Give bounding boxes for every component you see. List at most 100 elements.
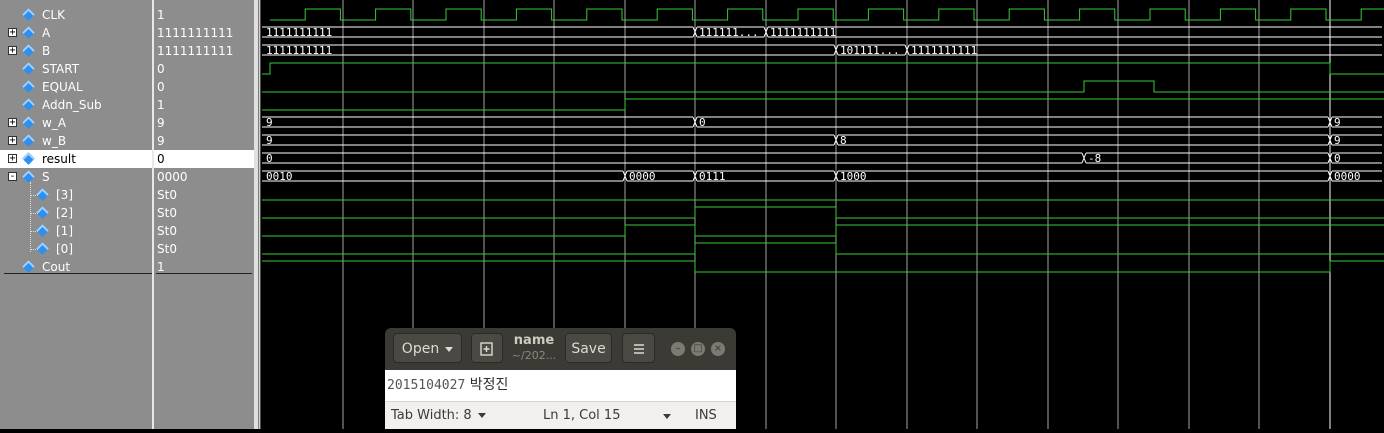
- expand-icon[interactable]: +: [8, 154, 17, 164]
- bus-w-a-value: 0: [699, 116, 706, 129]
- text-editor[interactable]: 2015104027 박정진: [385, 370, 736, 401]
- signal-value: St0: [157, 242, 177, 256]
- signal-icon: [22, 152, 35, 165]
- signal-value: 0: [154, 150, 254, 168]
- signal-row-S[interactable]: -S: [0, 168, 152, 186]
- expand-icon[interactable]: +: [8, 46, 17, 56]
- signal-value: 1: [157, 8, 165, 22]
- signal-name: w_A: [42, 116, 67, 130]
- chevron-down-icon: [663, 414, 671, 419]
- signal-names-panel: CLK + A + B START EQUAL Addn_Sub + w_A + w_B + result…: [0, 0, 152, 429]
- bus-s-value: 0010: [266, 170, 293, 183]
- signal-name: B: [42, 44, 51, 58]
- signal-name: START: [42, 62, 80, 76]
- bit1-wave: [262, 224, 1384, 237]
- insert-mode-label: INS: [695, 408, 717, 423]
- signal-name: w_B: [42, 134, 67, 148]
- signal-value: 1: [157, 98, 165, 112]
- signal-row-START[interactable]: START: [0, 60, 152, 78]
- signal-row-A[interactable]: + A: [0, 24, 152, 42]
- signal-icon: [22, 260, 35, 273]
- signal-row-CLK[interactable]: CLK: [0, 6, 152, 24]
- header-bar: Open name ~/202... Save – □ ×: [385, 328, 736, 370]
- status-bar: Tab Width: 8 Ln 1, Col 15 INS: [385, 401, 736, 429]
- bus-s-value: 1000: [840, 170, 867, 183]
- bus-a-value: 1111111111: [266, 26, 332, 39]
- maximize-icon[interactable]: □: [691, 342, 705, 356]
- signal-name: [2]: [56, 206, 73, 220]
- signal-row-Addn_Sub[interactable]: Addn_Sub: [0, 96, 152, 114]
- bus-w-b-value: 8: [840, 134, 847, 147]
- doc-name: 박정진: [469, 377, 509, 393]
- signal-icon: [22, 8, 35, 21]
- tab-width-selector[interactable]: Tab Width: 8: [391, 407, 486, 425]
- window-title: name: [513, 333, 555, 348]
- signal-value: 0000: [157, 170, 188, 184]
- cursor-position-label: Ln 1, Col 15: [543, 408, 621, 423]
- signal-row-w_A[interactable]: + w_A: [0, 114, 152, 132]
- new-document-icon: [480, 342, 493, 356]
- signal-row-bit3bit[interactable]: [3]: [0, 186, 152, 204]
- bus-w-a-value: 9: [266, 116, 273, 129]
- expand-icon[interactable]: +: [8, 28, 17, 38]
- signal-value: 0: [157, 80, 165, 94]
- signal-row-w_B[interactable]: + w_B: [0, 132, 152, 150]
- bus-b-value: 1111111111: [911, 44, 977, 57]
- bit0-wave: [262, 242, 1384, 255]
- bus-b-value: 1111111111: [266, 44, 332, 57]
- signal-name: A: [42, 26, 51, 40]
- signal-icon: [22, 62, 35, 75]
- signal-name: Addn_Sub: [42, 98, 102, 112]
- expand-icon[interactable]: +: [8, 136, 17, 146]
- chevron-down-icon: [445, 346, 454, 352]
- signal-icon: [22, 134, 35, 147]
- signal-name: result: [42, 152, 76, 166]
- equal-wave: [262, 80, 1384, 93]
- bus-a-value: 111111...: [699, 26, 759, 39]
- signal-value: St0: [157, 188, 177, 202]
- signal-value: 9: [157, 134, 165, 148]
- signal-icon: [22, 26, 35, 39]
- cursor-position-selector[interactable]: Ln 1, Col 15: [543, 407, 671, 425]
- document-text: 2015104027 박정진: [387, 376, 508, 395]
- bus-w-b-value: 9: [1334, 134, 1341, 147]
- collapse-icon[interactable]: -: [8, 172, 17, 182]
- signal-row-bit1bit[interactable]: [1]: [0, 222, 152, 240]
- tab-width-label: Tab Width: 8: [391, 408, 472, 423]
- signal-icon: [36, 242, 49, 255]
- new-document-button[interactable]: [471, 333, 503, 363]
- row-divider: [4, 273, 152, 274]
- cout-wave: [262, 260, 1384, 273]
- signal-value: 1111111111: [157, 44, 234, 58]
- bus-s-value: 0000: [1334, 170, 1361, 183]
- signal-icon: [22, 44, 35, 57]
- signal-row-EQUAL[interactable]: EQUAL: [0, 78, 152, 96]
- menu-button[interactable]: [622, 333, 655, 363]
- signal-icon: [36, 224, 49, 237]
- close-icon[interactable]: ×: [711, 342, 725, 356]
- signal-row-bit2bit[interactable]: [2]: [0, 204, 152, 222]
- signal-value: 1111111111: [157, 26, 234, 40]
- expand-icon[interactable]: +: [8, 118, 17, 128]
- signal-name: EQUAL: [42, 80, 83, 94]
- signal-values-panel: 1 1111111111 1111111111 0 0 1 9 9 0 0000 St0 St0 St0…: [154, 0, 254, 429]
- signal-name: CLK: [42, 8, 65, 22]
- bus-s-value: 0000: [629, 170, 656, 183]
- gedit-window: Open name ~/202... Save – □ × 2015104027…: [385, 328, 736, 429]
- bus-s-value: 0111: [699, 170, 726, 183]
- open-button[interactable]: Open: [393, 333, 462, 363]
- addn-sub-wave: [262, 98, 1384, 111]
- signal-row-B[interactable]: + B: [0, 42, 152, 60]
- save-label: Save: [571, 341, 606, 357]
- save-button[interactable]: Save: [565, 333, 612, 363]
- minimize-icon[interactable]: –: [671, 342, 685, 356]
- signal-row-bit0bit[interactable]: [0]: [0, 240, 152, 258]
- tree-connector: [30, 182, 31, 252]
- signal-value: St0: [157, 224, 177, 238]
- signal-icon: [22, 80, 35, 93]
- signal-icon: [36, 206, 49, 219]
- row-divider: [156, 273, 252, 274]
- window-subtitle: ~/202...: [511, 349, 557, 362]
- signal-row-result[interactable]: + result: [0, 150, 152, 168]
- signal-value: St0: [157, 206, 177, 220]
